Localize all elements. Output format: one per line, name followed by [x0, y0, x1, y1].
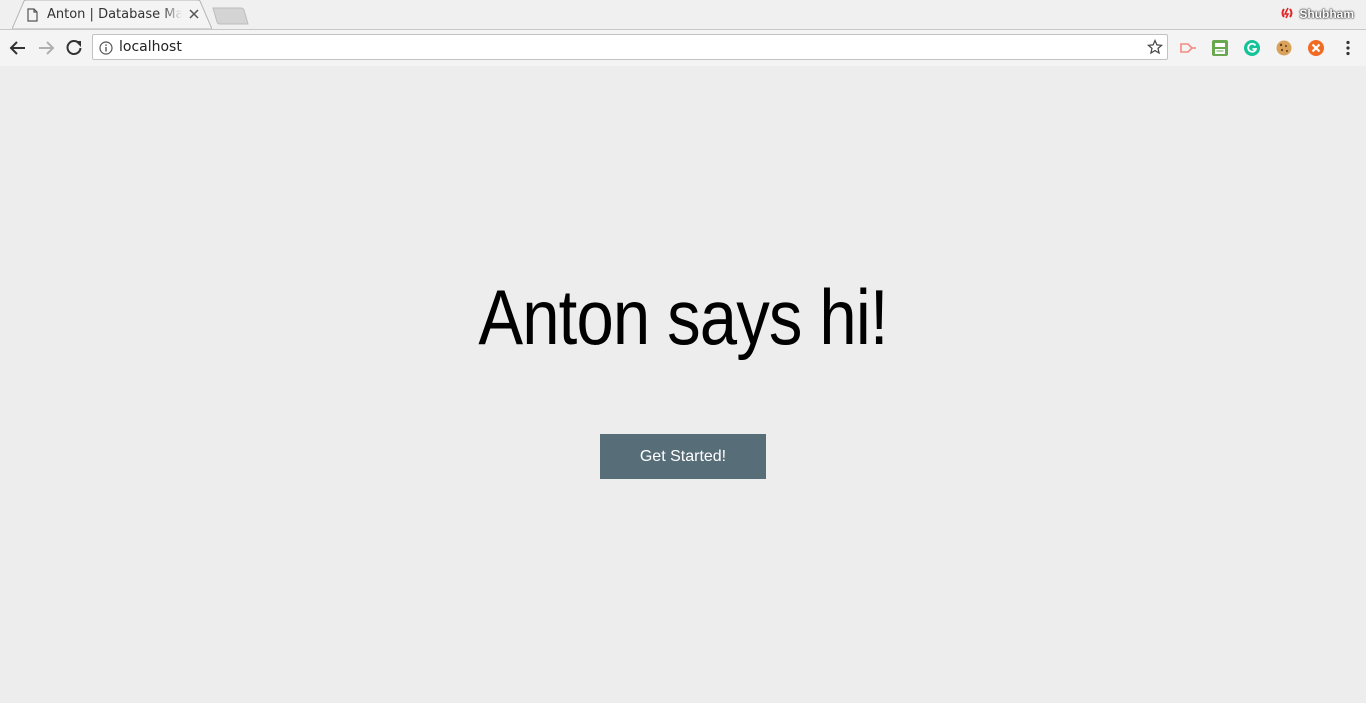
browser-tab[interactable]: Anton | Database Management	[12, 0, 212, 29]
cast-extension-icon[interactable]	[1179, 39, 1197, 57]
cookie-icon[interactable]	[1275, 39, 1293, 57]
grammarly-icon[interactable]	[1243, 39, 1261, 57]
url-input[interactable]	[119, 39, 1119, 55]
star-icon[interactable]	[1146, 38, 1164, 55]
reload-icon[interactable]	[62, 36, 86, 60]
document-icon	[27, 7, 38, 22]
page-headline: Anton says hi!	[478, 273, 888, 361]
tab-title: Anton | Database Management	[47, 7, 182, 22]
tab-strip: Anton | Database Management Shubham	[0, 0, 1366, 29]
profile-button[interactable]: Shubham	[1280, 4, 1354, 24]
address-bar[interactable]	[92, 34, 1168, 60]
three-dots-menu-icon[interactable]	[1339, 39, 1357, 57]
browser-toolbar	[0, 29, 1366, 67]
print-extension-icon[interactable]	[1211, 39, 1229, 57]
orange-x-extension-icon[interactable]	[1307, 39, 1325, 57]
info-icon[interactable]	[99, 40, 113, 55]
close-icon[interactable]	[186, 6, 202, 22]
profile-name: Shubham	[1299, 7, 1354, 21]
profile-logo-icon	[1280, 5, 1294, 24]
get-started-button[interactable]: Get Started!	[600, 434, 766, 479]
back-arrow-icon[interactable]	[6, 36, 30, 60]
new-tab-button[interactable]	[212, 7, 250, 25]
forward-arrow-icon[interactable]	[34, 36, 58, 60]
page-content: Anton says hi! Get Started!	[0, 66, 1366, 703]
